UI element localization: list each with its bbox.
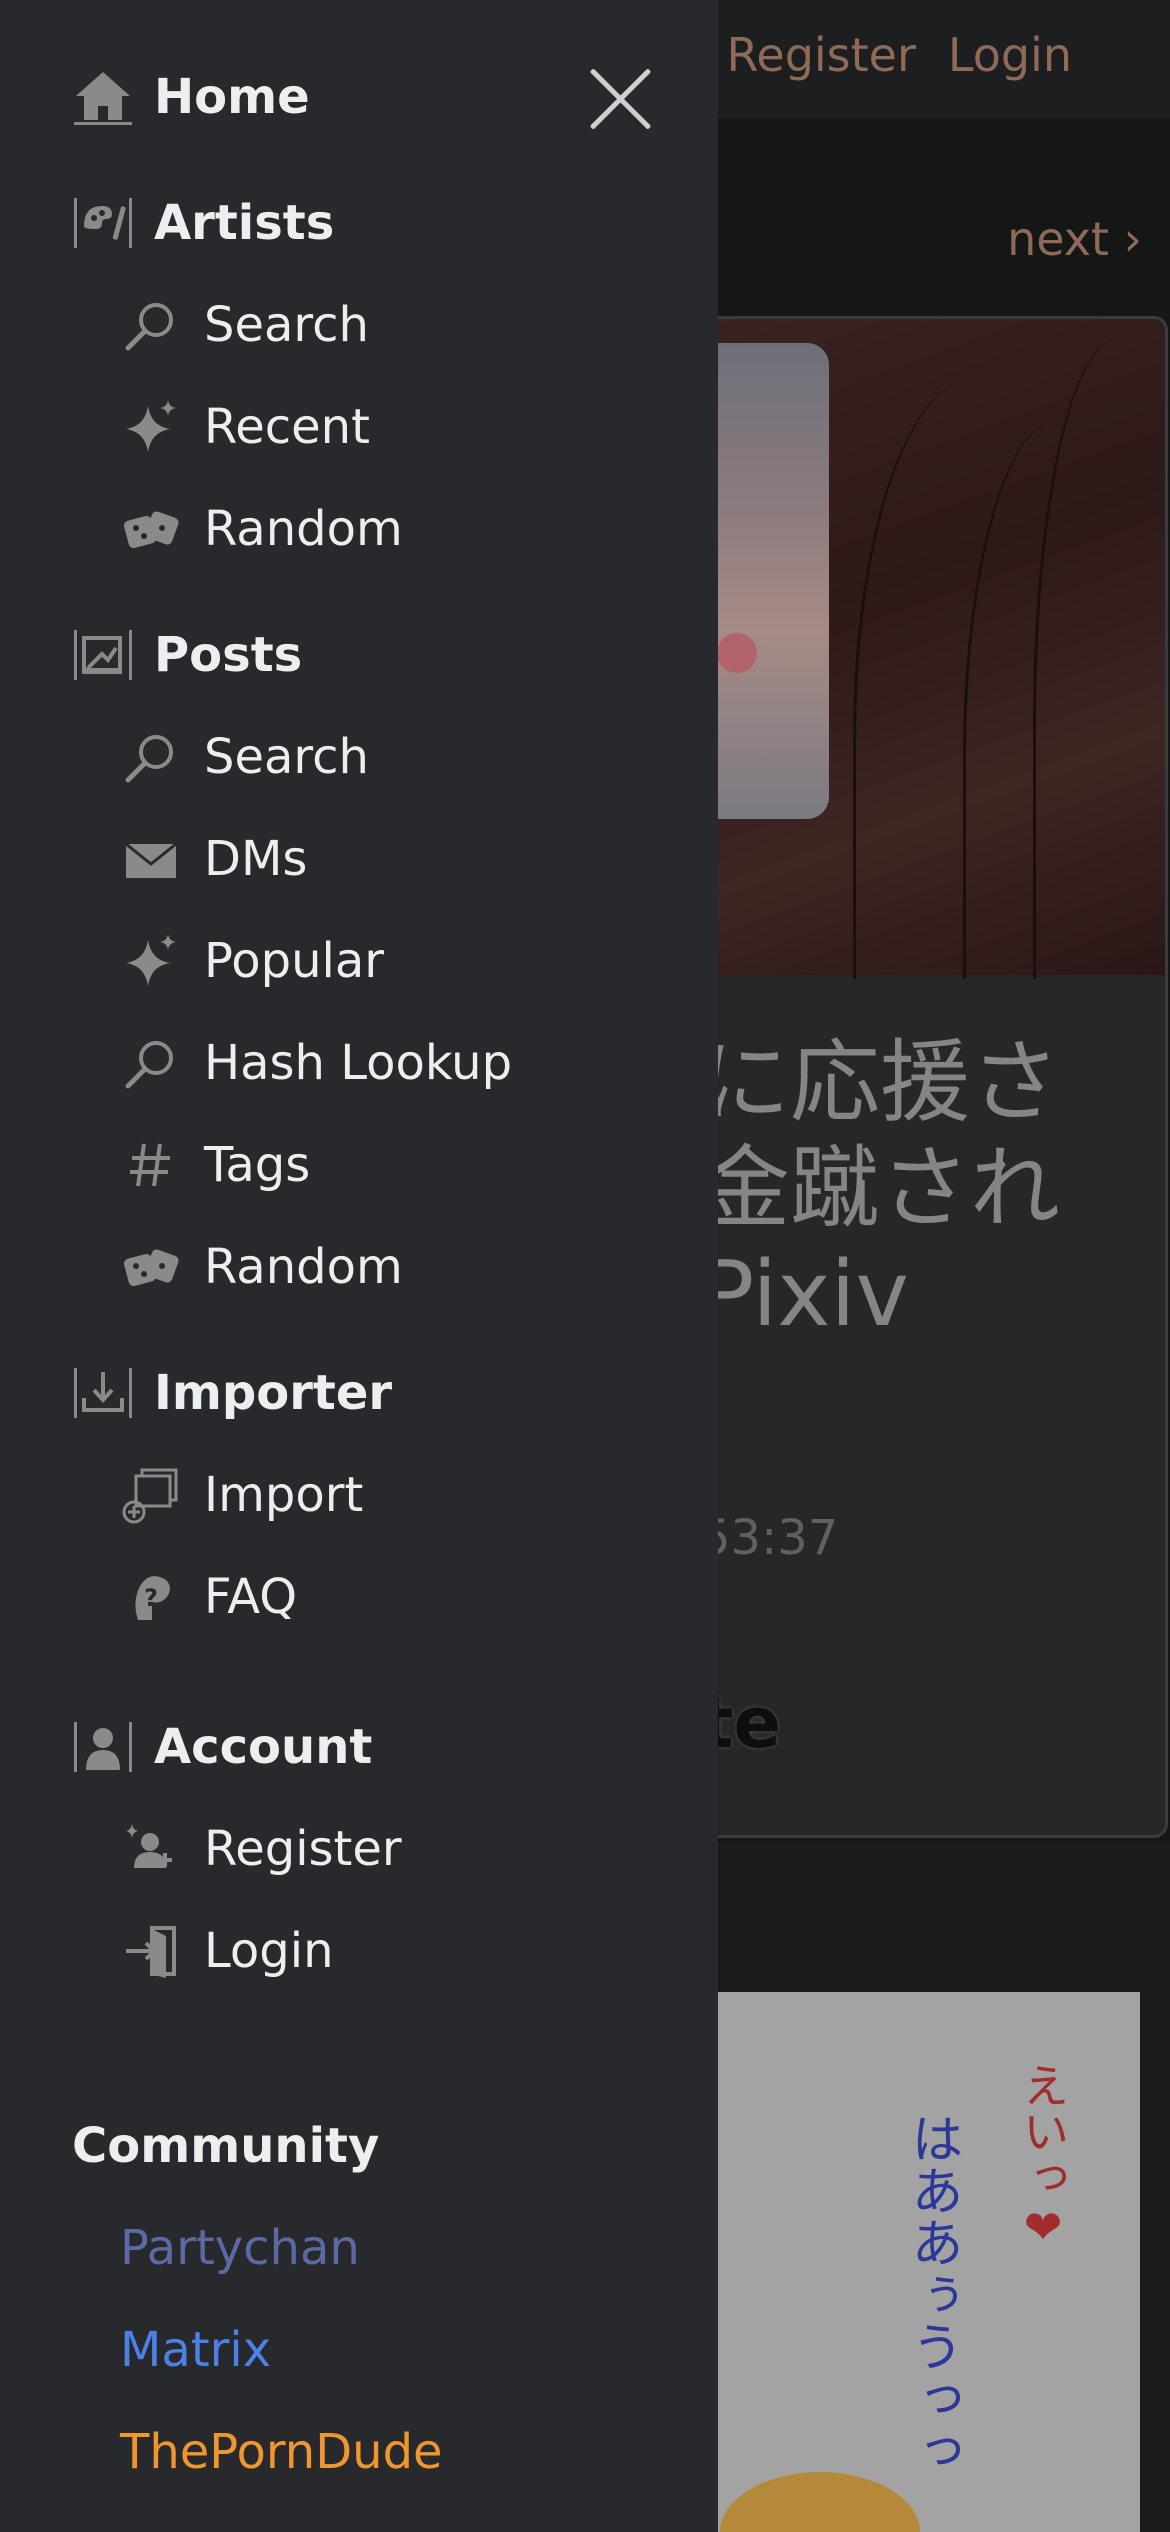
dice-icon — [120, 498, 182, 560]
dice-icon — [120, 1236, 182, 1298]
nav-importer-label: Importer — [154, 1365, 393, 1421]
artists-recent-item[interactable]: Recent — [120, 396, 370, 458]
faq-icon: ? — [120, 1566, 182, 1628]
posts-random-item[interactable]: Random — [120, 1236, 403, 1298]
sparkle-icon — [120, 930, 182, 992]
account-icon — [72, 1716, 134, 1778]
account-register-label: Register — [204, 1821, 402, 1877]
partychan-link[interactable]: Partychan — [120, 2220, 360, 2276]
importer-icon — [72, 1362, 134, 1424]
artists-recent-label: Recent — [204, 399, 370, 455]
nav-home-label: Home — [154, 69, 310, 125]
side-drawer: Home Artists Search Recent Random Posts … — [0, 0, 718, 2532]
nav-account-label: Account — [154, 1719, 373, 1775]
importer-faq-label: FAQ — [204, 1569, 297, 1625]
posts-search-item[interactable]: Search — [120, 726, 369, 788]
nav-home[interactable]: Home — [72, 66, 310, 128]
artists-random-label: Random — [204, 501, 403, 557]
posts-dms-label: DMs — [204, 831, 308, 887]
nav-posts-label: Posts — [154, 627, 303, 683]
nav-artists-label: Artists — [154, 195, 335, 251]
posts-dms-item[interactable]: DMs — [120, 828, 307, 890]
posts-hash-lookup-label: Hash Lookup — [204, 1035, 513, 1091]
posts-search-label: Search — [204, 729, 369, 785]
register-icon — [120, 1818, 182, 1880]
login-icon — [120, 1920, 182, 1982]
account-login-label: Login — [204, 1923, 334, 1979]
next-page-link[interactable]: next › — [1007, 212, 1142, 266]
importer-import-label: Import — [204, 1467, 364, 1523]
close-icon[interactable] — [584, 62, 656, 134]
nav-account[interactable]: Account — [72, 1716, 372, 1778]
search-icon — [120, 294, 182, 356]
post-title: に応援さ 金蹴され Pixiv — [700, 1030, 1060, 1347]
login-link[interactable]: Login — [948, 28, 1072, 82]
hash-icon — [120, 1134, 182, 1196]
posts-hash-lookup-item[interactable]: Hash Lookup — [120, 1032, 512, 1094]
theporndude-link[interactable]: ThePornDude — [120, 2424, 443, 2480]
register-link[interactable]: Register — [727, 28, 916, 82]
palette-icon — [72, 192, 134, 254]
account-register-item[interactable]: Register — [120, 1818, 402, 1880]
posts-random-label: Random — [204, 1239, 403, 1295]
nav-importer[interactable]: Importer — [72, 1362, 392, 1424]
posts-popular-label: Popular — [204, 933, 384, 989]
artists-search-item[interactable]: Search — [120, 294, 369, 356]
account-login-item[interactable]: Login — [120, 1920, 334, 1982]
artists-search-label: Search — [204, 297, 369, 353]
header-nav: Register Login — [727, 28, 1170, 82]
manga-image: えいっ❤ はああぅうっっ — [700, 1992, 1140, 2532]
post-inner-image — [703, 343, 829, 819]
svg-text:?: ? — [144, 1584, 158, 1612]
post-timestamp: 53:37 — [700, 1510, 839, 1566]
matrix-link[interactable]: Matrix — [120, 2322, 271, 2378]
posts-popular-item[interactable]: Popular — [120, 930, 384, 992]
importer-import-item[interactable]: Import — [120, 1464, 363, 1526]
posts-icon — [72, 624, 134, 686]
nav-posts[interactable]: Posts — [72, 624, 302, 686]
search-icon — [120, 726, 182, 788]
search-icon — [120, 1032, 182, 1094]
importer-faq-item[interactable]: ? FAQ — [120, 1566, 297, 1628]
artists-random-item[interactable]: Random — [120, 498, 403, 560]
community-title: Community — [72, 2118, 380, 2174]
post-card-2[interactable]: えいっ❤ はああぅうっっ — [700, 1842, 1170, 2532]
home-icon — [72, 66, 134, 128]
envelope-icon — [120, 828, 182, 890]
sparkle-icon — [120, 396, 182, 458]
posts-tags-label: Tags — [204, 1137, 311, 1193]
post-thumbnail — [703, 319, 1165, 979]
posts-tags-item[interactable]: Tags — [120, 1134, 310, 1196]
import-icon — [120, 1464, 182, 1526]
nav-artists[interactable]: Artists — [72, 192, 334, 254]
